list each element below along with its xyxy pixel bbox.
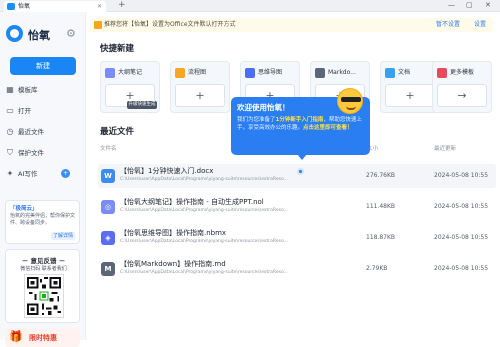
create-plus-button[interactable]: +	[175, 84, 225, 107]
ai-add-icon[interactable]: +	[61, 169, 70, 178]
notice-text: 推荐您将【怡氧】设置为Office文件默认打开方式	[104, 21, 236, 28]
file-size: 2.79KB	[366, 265, 388, 272]
settings-gear-icon[interactable]: ⚙	[66, 27, 76, 40]
cloud-promo-card: 「极简云」 怡氧的完美伴侣，帮你保护文件、跨设备同步。 了解详情	[5, 200, 80, 244]
wechat-qr-code	[24, 274, 64, 318]
file-path: C:\Users\user\AppData\Local\Programs\yiy…	[120, 208, 288, 213]
file-size: 111.48KB	[366, 203, 396, 210]
file-path: C:\Users\user\AppData\Local\Programs\yiy…	[120, 177, 288, 182]
feedback-title: － 意见反馈 －	[21, 257, 66, 265]
markdown-icon	[315, 68, 325, 78]
maximize-button[interactable]: ▢	[466, 0, 473, 11]
minimize-button[interactable]: —	[448, 0, 455, 11]
close-tab-icon[interactable]: ✕	[97, 1, 102, 12]
quick-card-more-templates[interactable]: 更多模板 →	[432, 61, 492, 113]
card-label: 更多模板	[450, 69, 475, 76]
file-date: 2024-05-08 10:55	[434, 172, 489, 179]
new-button[interactable]: 新建	[10, 57, 76, 75]
card-label: 文档	[398, 69, 411, 76]
outline-file-icon: ◎	[101, 200, 115, 214]
sidebar-item-label: 保护文件	[18, 149, 44, 157]
card-label: Markdo...	[328, 69, 356, 76]
promo-title: 「极简云」	[10, 206, 38, 212]
app-tab[interactable]: 怡氧 ✕	[4, 1, 106, 12]
open-folder-icon: ▭	[6, 106, 14, 115]
table-row[interactable]: ◈ 【怡氧思维导图】操作指南.nbmx C:\Users\user\AppDat…	[98, 226, 496, 250]
recent-files-heading: 最近文件	[100, 127, 135, 137]
file-path: C:\Users\user\AppData\Local\Programs\yiy…	[120, 239, 288, 244]
quick-card-outline-note[interactable]: 大纲笔记 + 升级快速生成PPT	[100, 61, 160, 115]
quick-card-document[interactable]: 文档 +	[380, 61, 440, 113]
file-date: 2024-05-08 10:55	[434, 203, 489, 210]
feedback-card: － 意见反馈 － 微信扫码 联系者我们	[5, 249, 80, 323]
file-name: 【怡氧大纲笔记】操作指南 - 自动生成PPT.nol	[120, 198, 264, 206]
sidebar-item-protect[interactable]: ⛉ 保护文件	[0, 144, 86, 162]
limited-offer-button[interactable]: 🎁 限时特惠	[5, 329, 80, 347]
promo-desc: 怡氧的完美伴侣，帮你保护文件、跨设备同步。	[10, 213, 76, 226]
tab-title: 怡氧	[18, 3, 31, 10]
markdown-file-icon: M	[101, 262, 115, 276]
quick-new-heading: 快捷新建	[100, 44, 135, 54]
template-icon: ▦	[6, 85, 14, 94]
guide-pointer-dot	[297, 168, 304, 175]
sidebar: 怡氧 ⚙ 新建 ▦ 模板库 ▭ 打开 ◷ 最近文件 ⛉ 保护文件 ✦ AI写作 …	[0, 12, 86, 347]
col-header-date: 最近更新	[434, 146, 457, 152]
notice-set-link[interactable]: 设置	[474, 19, 486, 31]
sidebar-item-label: 模板库	[18, 86, 38, 94]
card-label: 思维导图	[258, 69, 283, 76]
file-name: 【怡氧Markdown】操作指南.md	[120, 260, 226, 268]
col-header-name: 文件名	[100, 146, 117, 152]
sidebar-item-templates[interactable]: ▦ 模板库	[0, 81, 86, 99]
table-row[interactable]: W 【怡氧】1分钟快速入门.docx C:\Users\user\AppData…	[98, 164, 496, 188]
recent-clock-icon: ◷	[6, 127, 14, 136]
notice-icon	[94, 21, 102, 29]
promo-learn-more-button[interactable]: 了解详情	[51, 232, 75, 240]
sidebar-item-label: 打开	[18, 107, 31, 115]
gift-icon: 🎁	[9, 330, 23, 343]
sidebar-item-recent[interactable]: ◷ 最近文件	[0, 123, 86, 141]
new-tab-button[interactable]: +	[118, 0, 126, 11]
file-date: 2024-05-08 10:55	[434, 265, 489, 272]
quick-card-flowchart[interactable]: 流程图 +	[170, 61, 230, 113]
sidebar-item-label: AI写作	[18, 170, 38, 178]
welcome-body: 我们为您准备了1分钟新手入门指南，帮助您快速上手，享受高效办公的乐趣。点击这里即…	[237, 117, 362, 131]
mindmap-icon	[245, 68, 255, 78]
shield-icon: ⛉	[7, 148, 13, 157]
table-row[interactable]: M 【怡氧Markdown】操作指南.md C:\Users\user\AppD…	[98, 257, 496, 281]
file-name: 【怡氧思维导图】操作指南.nbmx	[120, 229, 227, 237]
default-app-notice: 推荐您将【怡氧】设置为Office文件默认打开方式 暂不设置 设置	[90, 18, 494, 32]
close-window-button[interactable]: ✕	[485, 0, 491, 11]
feedback-subtitle: 微信扫码 联系者我们	[20, 266, 67, 272]
card-badge: 升级快速生成PPT	[127, 101, 157, 115]
notice-dismiss-link[interactable]: 暂不设置	[436, 19, 460, 31]
create-plus-button[interactable]: +	[385, 84, 435, 107]
flowchart-icon	[175, 68, 185, 78]
file-date: 2024-05-08 10:55	[434, 234, 489, 241]
card-label: 大纲笔记	[118, 69, 143, 76]
sidebar-item-open[interactable]: ▭ 打开	[0, 102, 86, 120]
sidebar-item-ai-writing[interactable]: ✦ AI写作 +	[0, 165, 86, 183]
outline-note-icon	[105, 68, 115, 78]
ai-sparkle-icon: ✦	[6, 169, 14, 178]
more-templates-icon	[437, 68, 447, 78]
file-path: C:\Users\user\AppData\Local\Programs\yiy…	[120, 270, 288, 275]
app-logo-icon	[7, 3, 15, 10]
card-label: 流程图	[188, 69, 207, 76]
table-row[interactable]: ◎ 【怡氧大纲笔记】操作指南 - 自动生成PPT.nol C:\Users\us…	[98, 195, 496, 219]
main-area: 推荐您将【怡氧】设置为Office文件默认打开方式 暂不设置 设置 快捷新建 大…	[86, 12, 500, 340]
title-bar: 怡氧 ✕ + — ▢ ✕	[0, 0, 500, 12]
file-size: 118.87KB	[366, 234, 396, 241]
file-name: 【怡氧】1分钟快速入门.docx	[120, 167, 214, 175]
sunglasses-emoji-icon	[337, 88, 363, 114]
brand: 怡氧 ⚙	[6, 25, 76, 43]
more-arrow-button[interactable]: →	[437, 84, 487, 107]
brand-name: 怡氧	[28, 29, 50, 42]
document-icon	[385, 68, 395, 78]
word-file-icon: W	[101, 169, 115, 183]
mindmap-file-icon: ◈	[101, 231, 115, 245]
brand-logo-icon	[6, 25, 23, 42]
limited-offer-label: 限时特惠	[29, 334, 57, 342]
sidebar-item-label: 最近文件	[18, 128, 44, 136]
file-size: 276.76KB	[366, 172, 396, 179]
